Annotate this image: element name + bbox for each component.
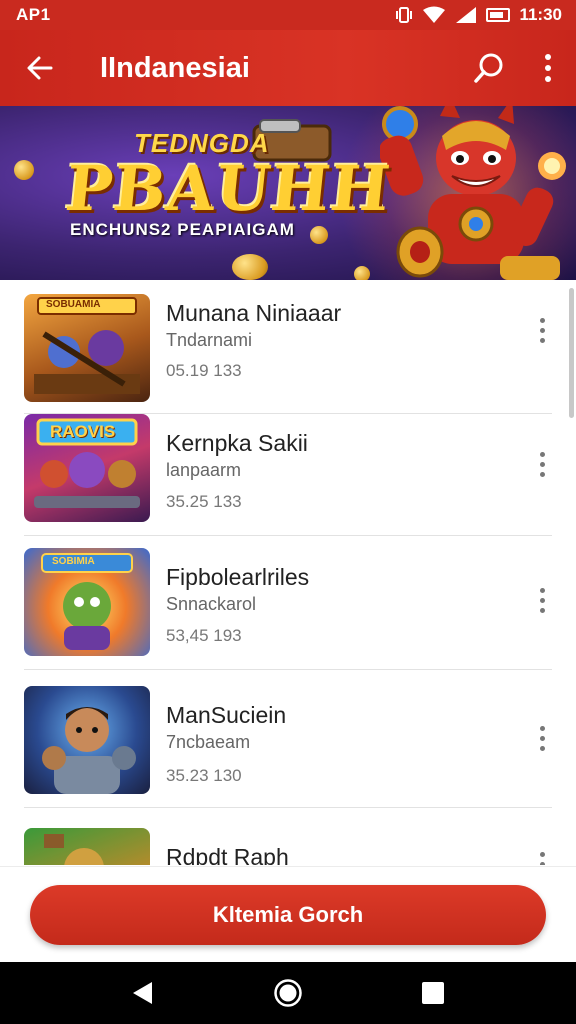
status-icons: 11:30 bbox=[395, 5, 562, 25]
item-menu-button[interactable] bbox=[520, 300, 564, 360]
item-title: Fipbolearlriles bbox=[166, 564, 310, 590]
bottom-action-area: Kltemia Gorch bbox=[0, 866, 576, 962]
coin-icon bbox=[310, 226, 328, 244]
arrow-left-icon bbox=[27, 56, 53, 80]
coin-icon bbox=[232, 254, 268, 280]
divider bbox=[24, 807, 552, 808]
item-subtitle: lanpaarm bbox=[166, 460, 242, 480]
item-meta: 35.23 130 bbox=[166, 766, 242, 785]
banner-subtitle: ENCHUNS2 PEAPIAIGAM bbox=[70, 220, 295, 239]
more-vertical-icon bbox=[539, 851, 545, 865]
recents-square-icon bbox=[422, 982, 445, 1004]
thumbnail-label: RAOVIS bbox=[50, 422, 116, 441]
back-triangle-icon bbox=[132, 982, 152, 1004]
item-menu-button[interactable] bbox=[520, 834, 564, 865]
item-title: Munana Niniaaar bbox=[166, 300, 342, 326]
item-menu-button[interactable] bbox=[520, 570, 564, 630]
item-menu-button[interactable] bbox=[520, 708, 564, 768]
item-title: Rdpdt Raph bbox=[166, 844, 289, 865]
status-bar: AP1 11:30 bbox=[0, 0, 576, 30]
page-title: IIndanesiai bbox=[100, 51, 250, 84]
coin-icon bbox=[14, 160, 34, 180]
search-button[interactable] bbox=[460, 30, 520, 106]
more-vertical-icon bbox=[545, 54, 551, 82]
item-subtitle: Tndarnami bbox=[166, 330, 253, 350]
item-subtitle: Snnackarol bbox=[166, 594, 257, 614]
more-vertical-icon bbox=[539, 317, 545, 343]
thumbnail-label: SOBUAMIA bbox=[46, 299, 101, 310]
list-item[interactable]: Rdpdt Raph bbox=[0, 814, 576, 865]
wifi-icon bbox=[422, 6, 446, 24]
list-item[interactable]: RAOVIS Kernpka Sakii lanpaarm 35.25 133 bbox=[0, 402, 576, 536]
game-thumbnail: SOBUAMIA bbox=[24, 294, 150, 402]
scrollbar[interactable] bbox=[569, 288, 574, 418]
game-thumbnail: RAOVIS bbox=[24, 414, 150, 522]
carrier-label: AP1 bbox=[16, 5, 51, 24]
list-item[interactable]: SOBUAMIA Munana Niniaaar Tndarnami 05.19… bbox=[0, 280, 576, 414]
nav-back-button[interactable] bbox=[113, 963, 173, 1023]
signal-icon bbox=[455, 6, 477, 24]
more-options-button[interactable] bbox=[520, 30, 576, 106]
nav-home-button[interactable] bbox=[258, 963, 318, 1023]
coin-icon bbox=[354, 266, 370, 280]
banner-title: PBAUHH bbox=[62, 152, 395, 225]
system-nav-bar bbox=[0, 962, 576, 1024]
item-subtitle: 7ncbaeam bbox=[166, 732, 251, 752]
hero-character-illustration bbox=[380, 106, 566, 280]
game-thumbnail: SOBIMIA bbox=[24, 548, 150, 656]
game-thumbnail bbox=[24, 686, 150, 794]
thumbnail-label: SOBIMIA bbox=[52, 556, 95, 567]
app-bar: IIndanesiai bbox=[0, 30, 576, 106]
more-vertical-icon bbox=[539, 725, 545, 751]
list-item[interactable]: ManSuciein 7ncbaeam 35.23 130 bbox=[0, 674, 576, 808]
vibrate-icon bbox=[395, 6, 413, 24]
list-item[interactable]: SOBIMIA Fipbolearlriles Snnackarol 53,45… bbox=[0, 536, 576, 670]
nav-recents-button[interactable] bbox=[403, 963, 463, 1023]
search-icon bbox=[474, 53, 503, 83]
back-button[interactable] bbox=[0, 30, 80, 106]
more-vertical-icon bbox=[539, 451, 545, 477]
battery-icon bbox=[486, 8, 511, 22]
item-title: Kernpka Sakii bbox=[166, 430, 308, 456]
more-vertical-icon bbox=[539, 587, 545, 613]
status-time: 11:30 bbox=[519, 5, 562, 24]
item-meta: 53,45 193 bbox=[166, 626, 242, 645]
item-meta: 35.25 133 bbox=[166, 492, 242, 511]
screen: AP1 11:30 IIndanesiai TEDNGDA PBAUHH ENC… bbox=[0, 0, 576, 1024]
promo-banner[interactable]: TEDNGDA PBAUHH ENCHUNS2 PEAPIAIGAM bbox=[0, 106, 576, 280]
home-circle-icon bbox=[274, 979, 302, 1007]
divider bbox=[24, 669, 552, 670]
game-thumbnail bbox=[24, 828, 150, 865]
item-meta: 05.19 133 bbox=[166, 361, 242, 380]
item-title: ManSuciein bbox=[166, 702, 287, 728]
primary-action-button[interactable]: Kltemia Gorch bbox=[30, 885, 546, 945]
item-menu-button[interactable] bbox=[520, 434, 564, 494]
app-list: SOBUAMIA Munana Niniaaar Tndarnami 05.19… bbox=[0, 280, 576, 865]
